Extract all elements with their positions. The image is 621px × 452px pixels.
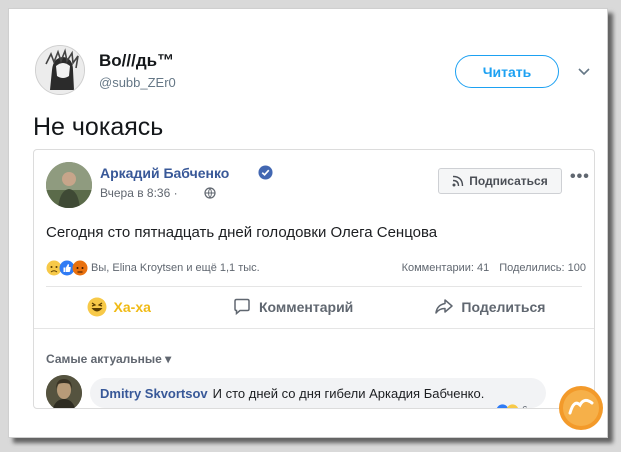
comments-sort-dropdown[interactable]: Самые актуальные ▾ — [46, 352, 171, 366]
shares-count[interactable]: Поделились: 100 — [499, 262, 586, 274]
comment-label: Комментарий — [259, 299, 354, 315]
follow-button[interactable]: Читать — [455, 55, 559, 88]
fb-author-avatar[interactable] — [46, 162, 92, 208]
verified-icon — [258, 165, 273, 180]
haha-button[interactable]: Ха-ха — [87, 297, 151, 317]
site-logo-watermark — [559, 386, 603, 430]
reaction-emojis[interactable] — [46, 260, 88, 276]
post-actions: Ха-ха Комментарий Поделиться — [46, 292, 586, 322]
comment-reaction-count: 6 — [522, 405, 528, 408]
globe-icon — [204, 187, 216, 199]
comment-reactions[interactable]: 6 — [496, 404, 528, 408]
haha-label: Ха-ха — [113, 299, 151, 315]
comment-bubble: Dmitry Skvortsov И сто дней со дня гибел… — [90, 378, 546, 408]
post-timestamp[interactable]: Вчера в 8:36 · — [100, 186, 178, 200]
subscribe-label: Подписаться — [469, 174, 548, 188]
fb-post-text: Сегодня сто пятнадцать дней голодовки Ол… — [46, 224, 438, 241]
comment-text: И сто дней со дня гибели Аркадия Бабченк… — [212, 385, 485, 401]
tweet-text: Не чокаясь — [33, 113, 164, 141]
sad-icon — [506, 404, 519, 408]
comment-icon — [234, 298, 250, 316]
commenter-avatar[interactable] — [46, 375, 82, 408]
subscribe-button[interactable]: Подписаться — [438, 168, 562, 194]
reactions-text[interactable]: Вы, Elina Kroytsen и ещё 1,1 тыс. — [91, 262, 402, 274]
share-button[interactable]: Поделиться — [434, 297, 545, 317]
comments-count[interactable]: Комментарии: 41 — [402, 262, 490, 274]
fb-author-name[interactable]: Аркадий Бабченко — [100, 165, 229, 181]
chevron-down-icon[interactable] — [576, 63, 592, 79]
tweet-card: Во///дь™ @subb_ZEr0 Читать Не чокаясь Ар… — [8, 8, 608, 438]
haha-icon — [87, 297, 107, 317]
comment-button[interactable]: Комментарий — [232, 297, 353, 317]
rss-icon — [452, 175, 464, 187]
divider — [34, 328, 594, 329]
angry-icon — [72, 260, 88, 276]
display-name[interactable]: Во///дь™ — [99, 51, 174, 71]
user-handle[interactable]: @subb_ZEr0 — [99, 75, 176, 90]
share-icon — [435, 299, 454, 314]
user-avatar[interactable] — [35, 45, 85, 95]
share-label: Поделиться — [461, 299, 546, 315]
comment-author[interactable]: Dmitry Skvortsov — [100, 386, 208, 401]
divider — [46, 286, 582, 287]
reactions-summary: Вы, Elina Kroytsen и ещё 1,1 тыс. Коммен… — [46, 258, 586, 278]
more-icon[interactable]: ••• — [570, 168, 590, 186]
embedded-facebook-post: Аркадий Бабченко Вчера в 8:36 · Подписат… — [33, 149, 595, 409]
